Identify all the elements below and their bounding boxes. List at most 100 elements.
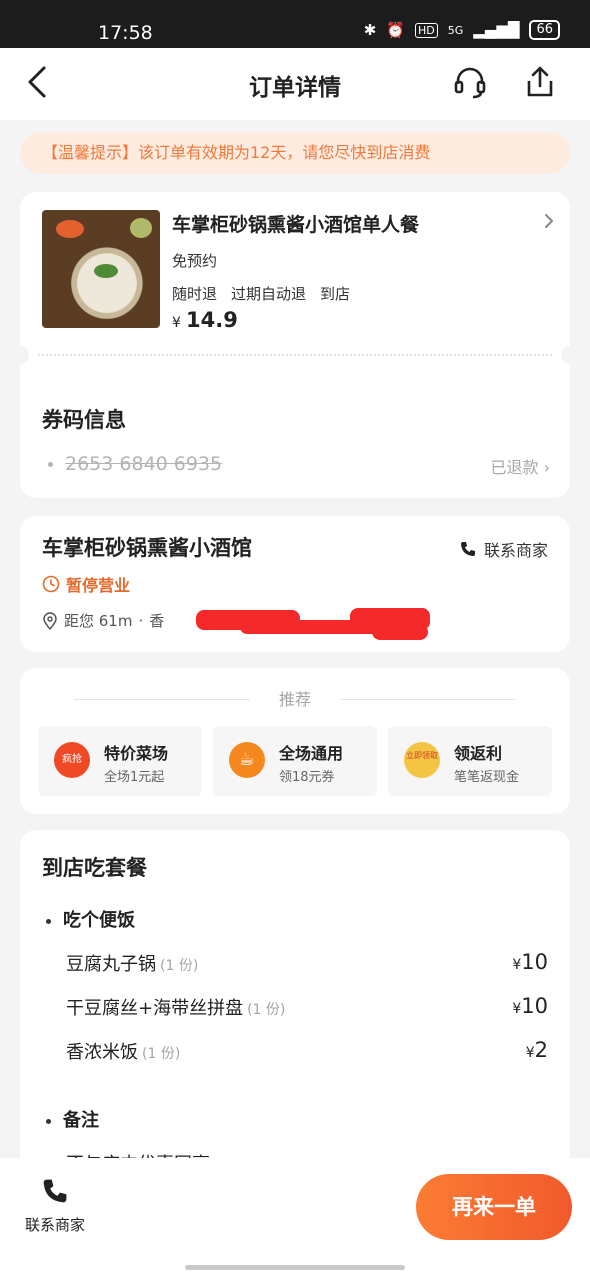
product-name[interactable]: 车掌柜砂锅熏酱小酒馆单人餐 (172, 210, 419, 237)
price-value: 10 (521, 994, 548, 1018)
package-item-qty: (1 份) (142, 1046, 181, 1062)
battery-icon: 66 (529, 20, 560, 40)
coffee-cup-icon: ☕ (229, 742, 265, 778)
currency-symbol: ¥ (172, 315, 181, 331)
customer-service-icon[interactable] (452, 64, 488, 100)
image-detail (56, 220, 84, 238)
divider (38, 354, 552, 356)
refund-status-label: 已退款 (490, 458, 539, 477)
card-notch (11, 346, 29, 364)
status-time: 17:58 (98, 22, 153, 44)
package-item-name-group: 香浓米饭 (1 份) (66, 1038, 180, 1064)
chevron-right-icon[interactable] (542, 212, 556, 230)
price-value: 10 (521, 950, 548, 974)
recommend-item-desc: 全场1元起 (104, 770, 165, 785)
shop-card: 车掌柜砂锅熏酱小酒馆 联系商家 暂停营业 距您 61m · 香 (20, 516, 570, 652)
package-item-name-group: 豆腐丸子锅 (1 份) (66, 950, 198, 976)
package-item-name: 豆腐丸子锅 (66, 954, 156, 975)
product-card: 车掌柜砂锅熏酱小酒馆单人餐 免预约 随时退 过期自动退 到店 ¥ 14.9 券码… (11, 192, 579, 498)
package-section-note: 备注 (46, 1106, 99, 1132)
package-title: 到店吃套餐 (42, 856, 147, 880)
currency-symbol: ¥ (525, 1045, 535, 1061)
recommend-item-rebate[interactable]: 立即领取 领返利 笔笔返现金 (388, 726, 552, 796)
tag-auto-refund: 过期自动退 (231, 285, 307, 303)
shop-status: 暂停营业 (42, 572, 130, 596)
shop-location[interactable]: 距您 61m · 香 (42, 610, 164, 631)
status-icons: ✱ ⏰ HD 5G ▂▄▆█ 66 (364, 20, 560, 40)
recommend-title: 推荐 (278, 690, 311, 709)
coupon-title: 券码信息 (42, 408, 126, 432)
bottom-bar: 联系商家 再来一单 (0, 1158, 590, 1280)
location-icon (43, 611, 57, 630)
page-title: 订单详情 (249, 75, 341, 101)
coupon-code: 2653 6840 6935 (48, 453, 222, 475)
shop-distance: 距您 61m (64, 612, 133, 630)
reorder-button[interactable]: 再来一单 (416, 1174, 572, 1240)
rebate-coin-icon: 立即领取 (404, 742, 440, 778)
package-section-meal: 吃个便饭 (46, 906, 135, 932)
currency-symbol: ¥ (512, 1001, 522, 1017)
shop-status-text: 暂停营业 (66, 576, 131, 595)
package-item-price: ¥10 (512, 950, 548, 976)
signal-icon: ▂▄▆█ (473, 21, 520, 39)
package-item-qty: (1 份) (160, 958, 199, 974)
recommend-item-desc: 领18元券 (279, 770, 335, 785)
recommend-item-desc: 笔笔返现金 (454, 770, 520, 785)
package-item-price: ¥2 (526, 1038, 548, 1064)
package-card: 到店吃套餐 吃个便饭 豆腐丸子锅 (1 份) ¥10 干豆腐丝+海带丝拼盘 (1 份… (20, 830, 570, 1170)
network-label: 5G (447, 23, 464, 37)
package-item: 豆腐丸子锅 (1 份) ¥10 (66, 950, 548, 976)
product-price: ¥ 14.9 (172, 308, 238, 332)
share-icon[interactable] (522, 64, 558, 100)
coupon-code-value: 2653 6840 6935 (65, 453, 223, 475)
nav-bar: 订单详情 (0, 48, 590, 120)
bottom-contact-merchant-button[interactable]: 联系商家 (18, 1178, 92, 1234)
bullet (48, 462, 53, 467)
bullet (46, 918, 51, 924)
package-item-name-group: 干豆腐丝+海带丝拼盘 (1 份) (66, 994, 285, 1020)
contact-merchant-button[interactable]: 联系商家 (460, 537, 548, 561)
package-item-name: 干豆腐丝+海带丝拼盘 (66, 998, 244, 1019)
recommend-item-special[interactable]: 疯抢 特价菜场 全场1元起 (38, 726, 202, 796)
recommend-card: 推荐 疯抢 特价菜场 全场1元起 ☕ 全场通用 领18元券 立即领取 领返利 笔… (20, 668, 570, 814)
package-item: 干豆腐丝+海带丝拼盘 (1 份) ¥10 (66, 994, 548, 1020)
tag-refund-anytime: 随时退 (172, 285, 218, 303)
card-notch (561, 346, 579, 364)
status-bar: 17:58 ✱ ⏰ HD 5G ▂▄▆█ 66 (0, 0, 590, 48)
currency-symbol: ¥ (512, 957, 522, 973)
package-item-name: 香浓米饭 (66, 1042, 138, 1063)
fire-sale-icon: 疯抢 (54, 742, 90, 778)
image-detail (130, 218, 152, 238)
section-label: 备注 (63, 1110, 99, 1131)
alarm-icon: ⏰ (386, 21, 406, 39)
reservation-label: 免预约 (172, 252, 218, 270)
product-image[interactable] (42, 210, 160, 328)
package-item: 香浓米饭 (1 份) ¥2 (66, 1038, 548, 1064)
bullet (46, 1118, 51, 1124)
divider (340, 699, 516, 700)
image-detail (94, 264, 118, 278)
section-label: 吃个便饭 (63, 910, 135, 931)
redaction-mark (372, 624, 428, 640)
recommend-item-coupon[interactable]: ☕ 全场通用 领18元券 (213, 726, 377, 796)
package-item-price: ¥10 (512, 994, 548, 1020)
recommend-item-name: 特价菜场 (104, 744, 169, 763)
coupon-status[interactable]: 已退款 › (490, 454, 550, 478)
tag-in-store: 到店 (320, 285, 351, 303)
clock-icon (42, 575, 60, 593)
chevron-right-icon: › (543, 458, 550, 477)
contact-merchant-label: 联系商家 (24, 1216, 85, 1234)
hd-icon: HD (415, 22, 438, 38)
bluetooth-icon: ✱ (363, 21, 377, 39)
phone-icon (43, 1179, 67, 1203)
shop-address: 香 (149, 612, 165, 630)
recommend-item-name: 领返利 (454, 744, 503, 763)
badge-label: 疯抢 (62, 754, 82, 765)
price-value: 2 (534, 1038, 548, 1062)
product-tags: 随时退 过期自动退 到店 (172, 283, 350, 304)
shop-name[interactable]: 车掌柜砂锅熏酱小酒馆 (42, 532, 252, 562)
package-item-qty: (1 份) (247, 1002, 286, 1018)
contact-merchant-label: 联系商家 (483, 541, 548, 560)
recommend-item-name: 全场通用 (279, 744, 344, 763)
phone-icon (460, 542, 475, 556)
